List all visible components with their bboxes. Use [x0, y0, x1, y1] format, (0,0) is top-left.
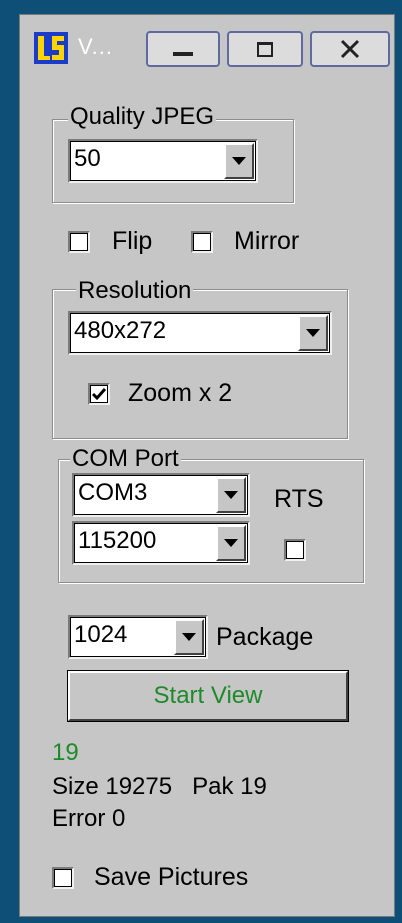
resolution-group-label: Resolution: [76, 277, 194, 304]
mirror-label: Mirror: [234, 227, 300, 255]
resolution-value: 480x272: [74, 317, 167, 344]
start-view-button[interactable]: Start View: [67, 670, 349, 722]
save-pictures-label: Save Pictures: [94, 863, 249, 891]
close-icon: [340, 39, 360, 59]
com-port-group-label: COM Port: [70, 445, 181, 472]
flip-label: Flip: [112, 227, 153, 255]
chevron-down-icon: [306, 329, 320, 337]
package-value: 1024: [74, 621, 128, 648]
close-button[interactable]: [310, 31, 390, 67]
quality-value: 50: [74, 145, 101, 172]
chevron-down-icon: [224, 491, 238, 499]
zoom-label: Zoom x 2: [128, 379, 233, 407]
baud-rate-value: 115200: [78, 527, 157, 554]
package-label: Package: [216, 623, 314, 651]
package-dropdown-button[interactable]: [174, 619, 204, 655]
app-window: V... Quality JPEG 50 Flip Mirror Resolut…: [19, 14, 395, 917]
quality-dropdown-button[interactable]: [224, 143, 254, 179]
quality-group-label: Quality JPEG: [68, 103, 217, 130]
zoom-checkbox[interactable]: [88, 383, 110, 405]
maximize-button[interactable]: [227, 31, 303, 67]
minimize-button[interactable]: [146, 31, 220, 67]
baud-rate-dropdown-button[interactable]: [216, 525, 246, 561]
maximize-icon: [257, 41, 273, 57]
checkmark-icon: [91, 388, 107, 401]
error-status: Error 0: [52, 805, 126, 832]
baud-rate-select[interactable]: 115200: [72, 521, 250, 565]
title-bar[interactable]: V...: [20, 15, 394, 73]
chevron-down-icon: [232, 157, 246, 165]
rts-label: RTS: [274, 485, 324, 513]
com-port-select[interactable]: COM3: [72, 473, 250, 517]
com-port-value: COM3: [78, 479, 148, 506]
mirror-checkbox[interactable]: [191, 231, 213, 253]
com-port-dropdown-button[interactable]: [216, 477, 246, 513]
resolution-select[interactable]: 480x272: [68, 311, 332, 355]
save-pictures-checkbox[interactable]: [52, 867, 74, 889]
flip-checkbox[interactable]: [68, 231, 90, 253]
quality-select[interactable]: 50: [68, 139, 258, 183]
rts-checkbox[interactable]: [284, 539, 306, 561]
window-title: V...: [78, 34, 113, 59]
frame-counter: 19: [52, 739, 79, 766]
chevron-down-icon: [224, 539, 238, 547]
minimize-icon: [173, 52, 193, 56]
size-status: Size 19275 Pak 19: [52, 773, 267, 800]
resolution-dropdown-button[interactable]: [298, 315, 328, 351]
chevron-down-icon: [182, 633, 196, 641]
app-logo-icon: [34, 32, 68, 64]
package-select[interactable]: 1024: [68, 615, 208, 659]
